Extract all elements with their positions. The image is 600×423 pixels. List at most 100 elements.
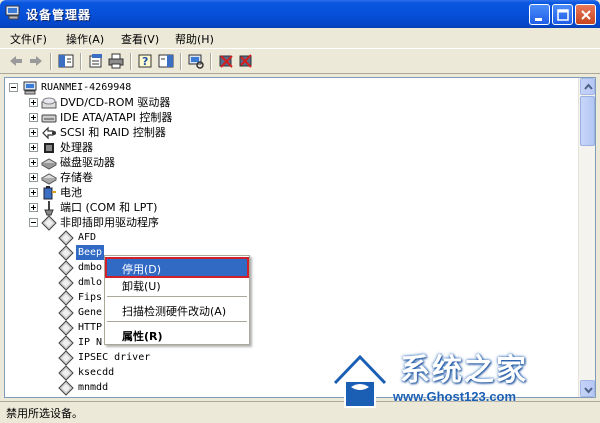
properties-icon[interactable] xyxy=(88,53,104,69)
root-label: RUANMEI-4269948 xyxy=(41,82,132,93)
print-icon[interactable] xyxy=(108,53,124,69)
driver-label: Fips xyxy=(78,292,103,303)
tree-item-label: 端口 (COM 和 LPT) xyxy=(60,201,158,214)
menu-item-scan-hardware[interactable]: 扫描检测硬件改动(A) xyxy=(107,301,247,318)
show-hide-console-tree-icon[interactable] xyxy=(58,53,74,69)
toolbar-separator xyxy=(80,53,82,70)
expand-toggle[interactable] xyxy=(29,143,38,152)
window-title: 设备管理器 xyxy=(26,8,92,22)
menu-view[interactable]: 查看(V) xyxy=(121,31,159,47)
driver-label: ksecdd xyxy=(78,367,115,378)
menu-item-disable[interactable]: 停用(D) xyxy=(105,257,249,278)
menu-action[interactable]: 操作(A) xyxy=(66,31,104,47)
toolbar-separator xyxy=(180,53,182,70)
toolbar-separator xyxy=(130,53,132,70)
forward-arrow-icon[interactable] xyxy=(28,53,44,69)
driver-icon xyxy=(58,245,74,261)
menu-item-properties[interactable]: 属性(R) xyxy=(107,326,247,343)
driver-label: Beep xyxy=(76,245,105,260)
ide-controller-icon xyxy=(41,114,57,123)
show-hide-action-pane-icon[interactable] xyxy=(158,53,174,69)
minimize-icon xyxy=(535,18,542,21)
watermark-title: 系统之家 xyxy=(400,353,528,388)
menu-help[interactable]: 帮助(H) xyxy=(175,31,214,47)
driver-label: dmlo xyxy=(78,277,103,288)
expand-toggle[interactable] xyxy=(29,113,38,122)
title-bar[interactable]: 设备管理器 xyxy=(0,0,600,28)
driver-icon xyxy=(58,380,74,396)
storage-volume-icon xyxy=(41,173,57,185)
scan-hardware-icon[interactable] xyxy=(188,53,204,69)
toolbar-separator xyxy=(50,53,52,70)
maximize-button[interactable] xyxy=(552,4,573,25)
collapse-toggle[interactable] xyxy=(29,218,38,227)
driver-label: Gene xyxy=(78,307,103,318)
battery-icon xyxy=(43,186,56,200)
driver-label: AFD xyxy=(78,232,97,243)
context-menu: 停用(D) 卸载(U) 扫描检测硬件改动(A) 属性(R) xyxy=(104,255,250,345)
uninstall-device-icon[interactable] xyxy=(238,53,254,69)
tree-item-label: 处理器 xyxy=(60,141,93,154)
close-icon xyxy=(581,10,591,20)
processor-icon xyxy=(44,143,54,153)
menu-item-uninstall[interactable]: 卸载(U) xyxy=(107,276,247,293)
collapse-toggle[interactable] xyxy=(9,83,18,92)
house-logo-icon xyxy=(332,352,388,408)
driver-icon xyxy=(58,305,74,321)
watermark: 系统之家 www.Ghost123.com xyxy=(325,345,600,415)
driver-icon xyxy=(58,320,74,336)
tree-item-label: 磁盘驱动器 xyxy=(60,156,115,169)
menu-item-label: 属性(R) xyxy=(122,330,163,343)
computer-icon xyxy=(23,81,37,95)
expand-toggle[interactable] xyxy=(29,173,38,182)
scsi-icon xyxy=(42,126,56,140)
driver-label: mnmdd xyxy=(78,382,109,393)
close-button[interactable] xyxy=(575,4,596,25)
expand-toggle[interactable] xyxy=(29,128,38,137)
expand-toggle[interactable] xyxy=(29,158,38,167)
toolbar-separator xyxy=(210,53,212,70)
menu-separator xyxy=(107,296,247,297)
device-manager-icon xyxy=(5,5,20,20)
expand-toggle[interactable] xyxy=(29,203,38,212)
watermark-url: www.Ghost123.com xyxy=(393,389,517,404)
menu-bar: 文件(F) 操作(A) 查看(V) 帮助(H) xyxy=(0,28,600,48)
status-text: 禁用所选设备。 xyxy=(6,407,83,420)
toolbar: ? xyxy=(0,48,600,74)
driver-label: IP N xyxy=(78,337,103,348)
menu-item-label: 停用(D) xyxy=(122,263,162,276)
tree-item-label: 电池 xyxy=(60,186,82,199)
help-icon[interactable]: ? xyxy=(138,53,154,69)
driver-icon xyxy=(58,350,74,366)
svg-text:?: ? xyxy=(142,55,148,68)
scroll-thumb[interactable] xyxy=(580,96,595,146)
tree-item-label: SCSI 和 RAID 控制器 xyxy=(60,126,166,139)
menu-file[interactable]: 文件(F) xyxy=(10,31,47,47)
back-arrow-icon[interactable] xyxy=(8,53,24,69)
scroll-up-button[interactable] xyxy=(580,78,595,95)
tree-item-label: IDE ATA/ATAPI 控制器 xyxy=(60,111,173,124)
menu-item-label: 扫描检测硬件改动(A) xyxy=(122,305,227,318)
driver-icon xyxy=(58,260,74,276)
driver-label: dmbo xyxy=(78,262,103,273)
expand-toggle[interactable] xyxy=(29,98,38,107)
tree-item-label: 存储卷 xyxy=(60,171,93,184)
driver-icon xyxy=(41,215,57,231)
driver-icon xyxy=(58,275,74,291)
menu-separator xyxy=(107,321,247,322)
port-icon xyxy=(44,201,54,216)
tree-item-label: DVD/CD-ROM 驱动器 xyxy=(60,96,171,109)
driver-icon xyxy=(58,230,74,246)
expand-toggle[interactable] xyxy=(29,188,38,197)
driver-icon xyxy=(58,365,74,381)
cd-drive-icon xyxy=(41,97,57,109)
maximize-icon xyxy=(557,9,569,21)
driver-icon xyxy=(58,290,74,306)
driver-icon xyxy=(58,335,74,351)
disable-device-icon[interactable] xyxy=(218,53,234,69)
minimize-button[interactable] xyxy=(529,4,550,25)
arrow-up-icon xyxy=(584,83,593,90)
tree-item-label: 非即插即用驱动程序 xyxy=(60,216,159,229)
driver-label: IPSEC driver xyxy=(78,352,151,363)
disk-drive-icon xyxy=(41,158,57,170)
